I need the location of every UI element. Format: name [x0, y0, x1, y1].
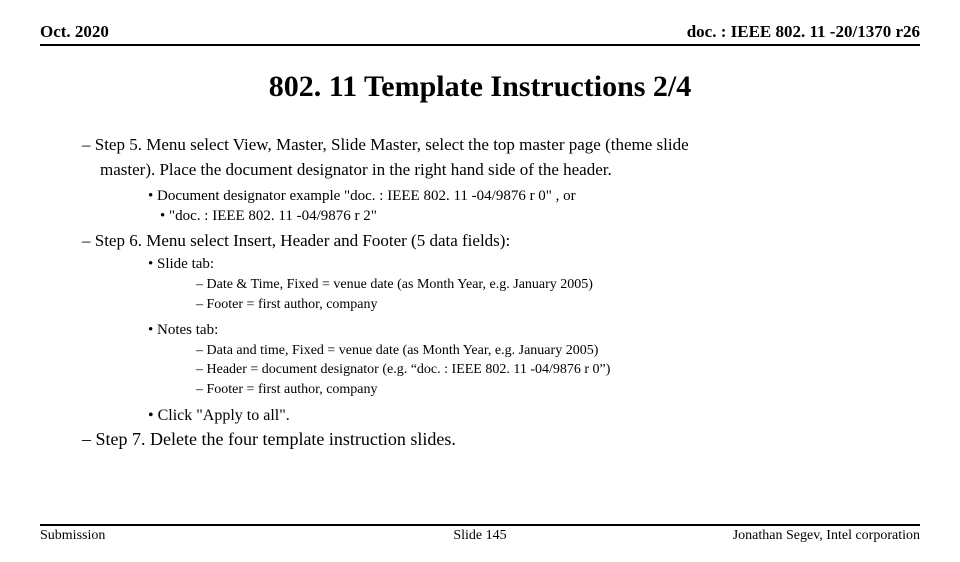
step-7: – Step 7. Delete the four template instr… [100, 428, 910, 451]
slide-header: Oct. 2020 doc. : IEEE 802. 11 -20/1370 r… [40, 22, 920, 46]
step-5-line1: – Step 5. Menu select View, Master, Slid… [100, 134, 910, 155]
notes-tab-sub-1: – Data and time, Fixed = venue date (as … [210, 342, 910, 360]
apply-to-all: • Click "Apply to all". [160, 406, 910, 426]
step-5-example-1: • Document designator example "doc. : IE… [160, 187, 910, 206]
footer-slide-number: Slide 145 [453, 528, 506, 544]
notes-tab-label: • Notes tab: [160, 321, 910, 340]
notes-tab-sub-2: – Header = document designator (e.g. “do… [210, 361, 910, 379]
slide-body: – Step 5. Menu select View, Master, Slid… [50, 134, 910, 451]
slide-footer: Submission Slide 145 Jonathan Segev, Int… [40, 524, 920, 544]
slide-tab-label: • Slide tab: [160, 255, 910, 274]
slide-tab-sub-1: – Date & Time, Fixed = venue date (as Mo… [210, 276, 910, 294]
header-date: Oct. 2020 [40, 22, 109, 42]
step-5-example-2: • "doc. : IEEE 802. 11 -04/9876 r 2" [160, 207, 910, 226]
footer-left: Submission [40, 528, 105, 544]
slide-tab-sub-2: – Footer = first author, company [210, 296, 910, 314]
step-5-line2: master). Place the document designator i… [100, 159, 910, 180]
notes-tab-sub-3: – Footer = first author, company [210, 381, 910, 399]
header-doc-designator: doc. : IEEE 802. 11 -20/1370 r26 [687, 22, 920, 42]
step-6: – Step 6. Menu select Insert, Header and… [100, 230, 910, 251]
slide-title: 802. 11 Template Instructions 2/4 [0, 70, 960, 104]
footer-author: Jonathan Segev, Intel corporation [733, 528, 920, 544]
